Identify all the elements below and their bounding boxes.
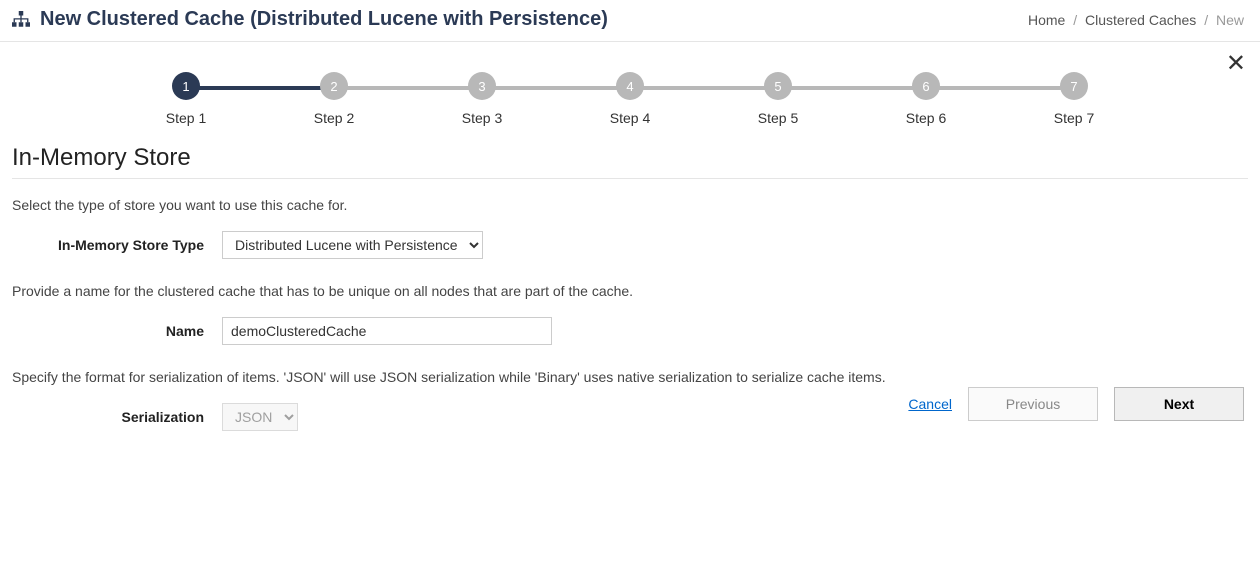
section-title: In-Memory Store	[12, 144, 1248, 172]
name-label: Name	[12, 323, 222, 339]
step-circle: 7	[1060, 72, 1088, 100]
step-7[interactable]: 7 Step 7	[1000, 72, 1148, 126]
wizard-footer: Cancel Previous Next	[908, 387, 1244, 421]
stepper: 1 Step 1 2 Step 2 3 Step 3 4 Step 4 5 St…	[12, 42, 1248, 138]
step-label: Step 7	[1054, 110, 1094, 126]
step-5[interactable]: 5 Step 5	[704, 72, 852, 126]
step-circle: 2	[320, 72, 348, 100]
serialization-label: Serialization	[12, 409, 222, 425]
step-connector	[778, 86, 926, 90]
sitemap-icon	[12, 11, 30, 29]
step-label: Step 3	[462, 110, 502, 126]
previous-button[interactable]: Previous	[968, 387, 1098, 421]
section-divider	[12, 178, 1248, 179]
step-circle: 6	[912, 72, 940, 100]
breadcrumb-separator: /	[1204, 12, 1208, 28]
store-type-select[interactable]: Distributed Lucene with Persistence	[222, 231, 483, 259]
form-row-store-type: In-Memory Store Type Distributed Lucene …	[12, 231, 1248, 259]
step-connector	[482, 86, 630, 90]
step-circle: 5	[764, 72, 792, 100]
page-title: New Clustered Cache (Distributed Lucene …	[40, 8, 608, 31]
help-text-name: Provide a name for the clustered cache t…	[12, 283, 1248, 299]
step-circle: 1	[172, 72, 200, 100]
store-type-label: In-Memory Store Type	[12, 237, 222, 253]
step-connector	[186, 86, 334, 90]
step-label: Step 4	[610, 110, 650, 126]
cancel-link[interactable]: Cancel	[908, 396, 952, 412]
step-label: Step 1	[166, 110, 206, 126]
step-label: Step 5	[758, 110, 798, 126]
breadcrumb-current: New	[1216, 12, 1244, 28]
step-label: Step 2	[314, 110, 354, 126]
breadcrumb: Home / Clustered Caches / New	[1028, 12, 1244, 28]
help-text-serialization: Specify the format for serialization of …	[12, 369, 1248, 385]
step-connector	[334, 86, 482, 90]
step-circle: 3	[468, 72, 496, 100]
wizard-container: ✕ 1 Step 1 2 Step 2 3 Step 3 4 Step 4 5 …	[0, 42, 1260, 431]
step-connector	[926, 86, 1074, 90]
step-label: Step 6	[906, 110, 946, 126]
step-1[interactable]: 1 Step 1	[112, 72, 260, 126]
form-row-name: Name	[12, 317, 1248, 345]
page-header: New Clustered Cache (Distributed Lucene …	[0, 0, 1260, 42]
header-left: New Clustered Cache (Distributed Lucene …	[12, 8, 608, 31]
step-4[interactable]: 4 Step 4	[556, 72, 704, 126]
breadcrumb-clustered-caches[interactable]: Clustered Caches	[1085, 12, 1196, 28]
next-button[interactable]: Next	[1114, 387, 1244, 421]
help-text-store-type: Select the type of store you want to use…	[12, 197, 1248, 213]
name-input[interactable]	[222, 317, 552, 345]
step-circle: 4	[616, 72, 644, 100]
breadcrumb-home[interactable]: Home	[1028, 12, 1065, 28]
step-6[interactable]: 6 Step 6	[852, 72, 1000, 126]
step-3[interactable]: 3 Step 3	[408, 72, 556, 126]
serialization-select: JSON	[222, 403, 298, 431]
breadcrumb-separator: /	[1073, 12, 1077, 28]
step-2[interactable]: 2 Step 2	[260, 72, 408, 126]
step-connector	[630, 86, 778, 90]
